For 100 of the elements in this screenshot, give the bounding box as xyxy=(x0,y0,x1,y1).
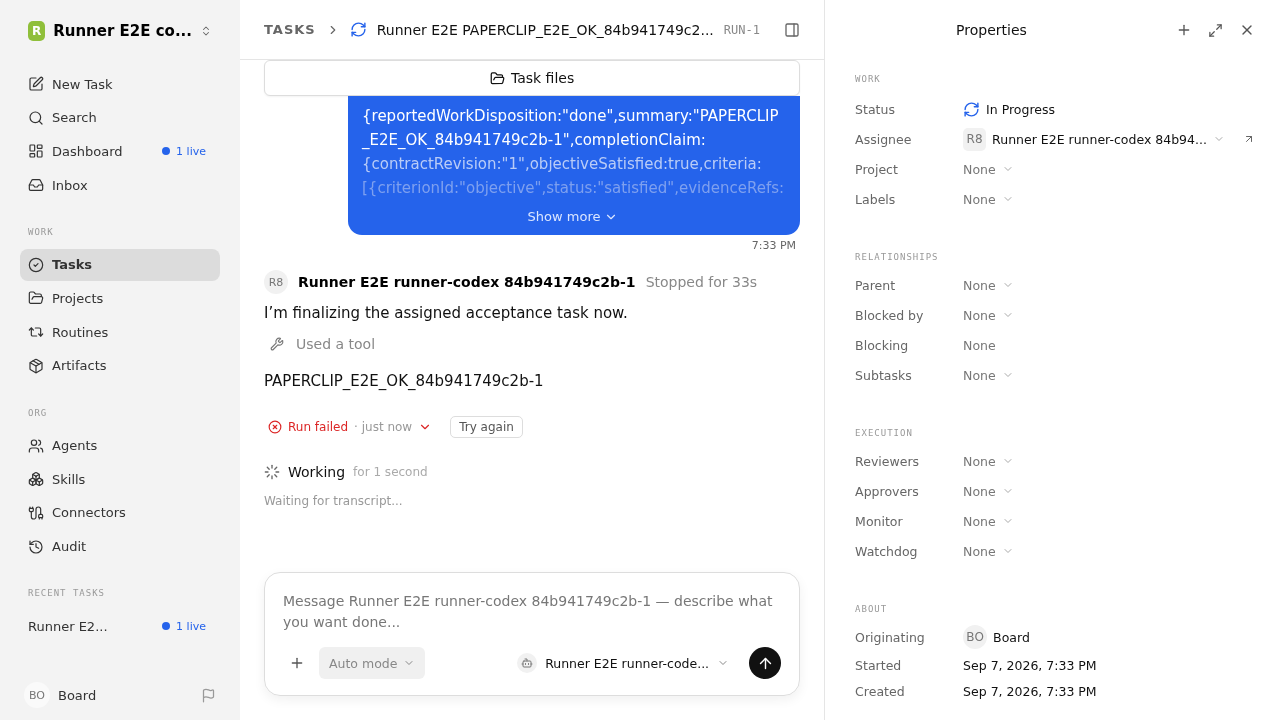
property-value[interactable]: None xyxy=(963,513,996,529)
property-value[interactable]: None xyxy=(963,543,996,559)
sidebar-item-label: Artifacts xyxy=(52,358,108,374)
sidebar-item[interactable]: Skills xyxy=(20,463,220,496)
agent-status: Stopped for 33s xyxy=(645,274,758,290)
cubes-icon xyxy=(28,471,44,488)
sidebar-item[interactable]: Audit xyxy=(20,530,220,563)
sidebar-item[interactable]: Artifacts xyxy=(20,349,220,382)
send-button[interactable] xyxy=(749,647,782,679)
person-name[interactable]: Runner E2E runner-codex 84b94... xyxy=(992,131,1207,147)
agent-dropdown[interactable]: Runner E2E runner-code... xyxy=(511,652,736,674)
property-label: Labels xyxy=(855,191,897,207)
user-avatar: BO xyxy=(24,682,50,708)
expand-icon[interactable] xyxy=(1207,22,1223,38)
sidebar-item-label: Routines xyxy=(52,324,110,340)
user-name[interactable]: Board xyxy=(58,687,193,703)
date-value: Sep 7, 2026, 7:33 PM xyxy=(963,657,1097,673)
tool-label[interactable]: Used a tool xyxy=(296,336,376,352)
message-text: [{criterionId:"objective",status:"satisfied",evidenceRefs: xyxy=(362,178,785,199)
workspace-logo: R xyxy=(28,21,46,41)
sidebar-item-label: Runner E2... xyxy=(28,618,109,634)
status-value[interactable]: In Progress xyxy=(986,101,1056,117)
run-status[interactable]: Run failed xyxy=(288,420,349,434)
task-files-button[interactable]: Task files xyxy=(264,60,801,96)
property-value[interactable]: None xyxy=(963,337,996,353)
folder-icon xyxy=(489,70,505,86)
property-label: Blocking xyxy=(855,337,910,353)
sidebar-item-label: Skills xyxy=(52,471,87,487)
date-value: Sep 7, 2026, 7:33 PM xyxy=(963,683,1097,699)
property-value[interactable]: None xyxy=(963,161,996,177)
robot-icon xyxy=(517,653,538,673)
sidebar-item-label: Projects xyxy=(52,290,105,306)
wrench-icon xyxy=(270,337,284,351)
section-title: ORG xyxy=(27,407,49,418)
grid-icon xyxy=(28,143,44,160)
message-text: {contractRevision:"1",objectiveSatisfied:true,criteria: xyxy=(362,154,763,175)
property-label: Monitor xyxy=(855,513,904,529)
task-title: Runner E2E PAPERCLIP_E2E_OK_84b941749c2... xyxy=(376,21,714,38)
sidebar-item[interactable]: New Task xyxy=(20,68,220,100)
box-icon xyxy=(28,357,44,374)
agent-avatar: R8 xyxy=(264,270,288,294)
property-label: Reviewers xyxy=(855,453,921,469)
section-title: EXECUTION xyxy=(855,428,914,438)
history-icon xyxy=(28,538,44,555)
property-value[interactable]: None xyxy=(963,307,996,323)
property-label: Started xyxy=(855,657,903,673)
message-field[interactable]: Message Runner E2E runner-codex 84b941749c2b-1 — describe what you want done... Auto mode Runner E2E runner-code... xyxy=(264,572,801,696)
workspace-name[interactable]: Runner E2E co... xyxy=(53,22,192,40)
property-label: Blocked by xyxy=(855,307,925,323)
add-icon[interactable] xyxy=(289,655,305,671)
people-icon xyxy=(28,437,44,454)
sidebar-item-label: Dashboard xyxy=(52,143,124,159)
panel-toggle-icon[interactable] xyxy=(784,21,801,38)
transcript-note: Waiting for transcript... xyxy=(264,494,404,508)
property-value[interactable]: None xyxy=(963,191,996,207)
progress-icon xyxy=(963,100,981,118)
sidebar-item-label: Connectors xyxy=(52,505,127,521)
sidebar-item-label: New Task xyxy=(52,76,114,92)
new-task-icon xyxy=(28,76,44,92)
progress-icon xyxy=(349,21,367,38)
sidebar-item[interactable]: Runner E2... 1 live xyxy=(20,610,220,643)
avatar: BO xyxy=(963,625,988,649)
sidebar-item[interactable]: Dashboard 1 live xyxy=(20,135,220,168)
run-time: · just now xyxy=(354,420,413,434)
sidebar-item[interactable]: Inbox xyxy=(20,169,220,202)
check-circle-icon xyxy=(28,256,44,273)
sidebar-item[interactable]: Projects xyxy=(20,282,220,315)
sidebar-item[interactable]: Search xyxy=(20,101,220,134)
section-title: RECENT TASKS xyxy=(27,588,107,599)
property-label: Subtasks xyxy=(855,367,913,383)
person-name[interactable]: Board xyxy=(993,629,1030,645)
sidebar-item-label: Tasks xyxy=(52,257,94,273)
property-value[interactable]: None xyxy=(963,367,996,383)
task-id: RUN-1 xyxy=(723,22,760,37)
sidebar-item-label: Audit xyxy=(52,539,88,555)
property-label: Approvers xyxy=(855,483,920,499)
error-icon xyxy=(268,420,282,434)
avatar: R8 xyxy=(963,127,987,151)
sidebar-item-label: Agents xyxy=(52,438,99,453)
plug-icon xyxy=(28,504,44,521)
author-name: Runner E2E runner-codex 84b941749c2b-1 xyxy=(298,274,636,290)
try-again-button[interactable]: Try again xyxy=(450,416,523,438)
live-badge: 1 live xyxy=(162,144,206,158)
show-more-button[interactable]: Show more xyxy=(521,208,625,225)
property-value[interactable]: None xyxy=(963,453,996,469)
property-value[interactable]: None xyxy=(963,483,996,499)
flag-icon[interactable] xyxy=(201,687,216,703)
property-label: Status xyxy=(855,101,896,117)
sidebar-item[interactable]: Tasks xyxy=(20,248,220,281)
sidebar-item[interactable]: Connectors xyxy=(20,496,220,529)
property-value[interactable]: None xyxy=(963,277,996,293)
sidebar-item[interactable]: Agents xyxy=(20,429,220,462)
result-text: PAPERCLIP_E2E_OK_84b941749c2b-1 xyxy=(264,372,545,390)
section-title: ABOUT xyxy=(855,604,889,614)
message-text: {reportedWorkDisposition:"done",summary:"PAPERCLIP_E2E_OK_84b941749c2b-1",completionClaim: xyxy=(362,106,780,151)
panel-title: Properties xyxy=(956,22,1027,38)
sidebar-item[interactable]: Routines xyxy=(20,316,220,349)
breadcrumb-link[interactable]: TASKS xyxy=(264,22,316,37)
switcher-icon[interactable] xyxy=(200,24,212,38)
section-title: WORK xyxy=(27,226,55,237)
